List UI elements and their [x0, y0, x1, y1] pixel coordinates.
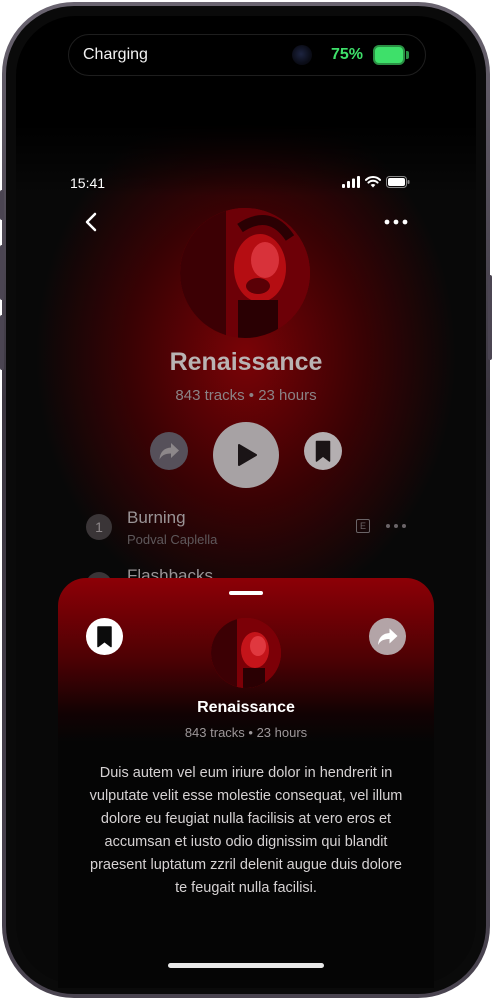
bookmark-icon [97, 626, 112, 648]
volume-up-button [0, 245, 4, 300]
dynamic-island: Charging 75% [68, 34, 426, 76]
bookmark-icon [315, 440, 331, 462]
sheet-share-button[interactable] [369, 618, 406, 655]
share-arrow-icon [378, 628, 398, 645]
wifi-icon [365, 176, 381, 188]
sheet-album-cover [211, 618, 281, 688]
more-horizontal-icon[interactable] [384, 519, 408, 533]
sheet-drag-handle[interactable] [229, 591, 263, 595]
explicit-badge: E [356, 519, 370, 533]
status-icons [342, 176, 410, 188]
sheet-album-description: Duis autem vel eum iriure dolor in hendr… [89, 765, 403, 896]
share-arrow-icon [159, 443, 179, 460]
album-cover [180, 208, 310, 338]
sheet-album-meta: 843 tracks • 23 hours [184, 725, 308, 740]
album-title: Renaissance [169, 348, 323, 376]
battery-percent: 75% [331, 46, 364, 63]
track-title: Burning [127, 508, 186, 527]
sheet-album-title: Renaissance [197, 699, 295, 716]
album-art-image [180, 208, 310, 338]
album-art-image [211, 618, 281, 688]
save-button[interactable] [304, 432, 342, 470]
more-horizontal-icon[interactable] [382, 212, 410, 232]
action-button [0, 190, 4, 220]
track-artist: Podval Caplella [127, 532, 218, 547]
album-meta: 843 tracks • 23 hours [175, 387, 317, 404]
battery-icon [386, 176, 410, 188]
album-detail-sheet: Renaissance 843 tracks • 23 hours Duis a… [58, 578, 434, 988]
charging-label: Charging [83, 46, 148, 63]
share-button[interactable] [150, 432, 188, 470]
signal-icon [342, 176, 360, 188]
home-indicator[interactable] [168, 963, 324, 968]
battery-tip [406, 51, 409, 59]
status-time: 15:41 [70, 175, 106, 191]
track-number: 1 [86, 514, 112, 540]
battery-charging-icon [373, 45, 405, 65]
play-icon [238, 444, 257, 466]
chevron-left-icon[interactable] [80, 210, 104, 234]
track-row[interactable]: 1 Burning Podval Caplella E [86, 508, 416, 552]
play-button[interactable] [213, 422, 279, 488]
sheet-save-button[interactable] [86, 618, 123, 655]
camera-icon [292, 45, 312, 65]
